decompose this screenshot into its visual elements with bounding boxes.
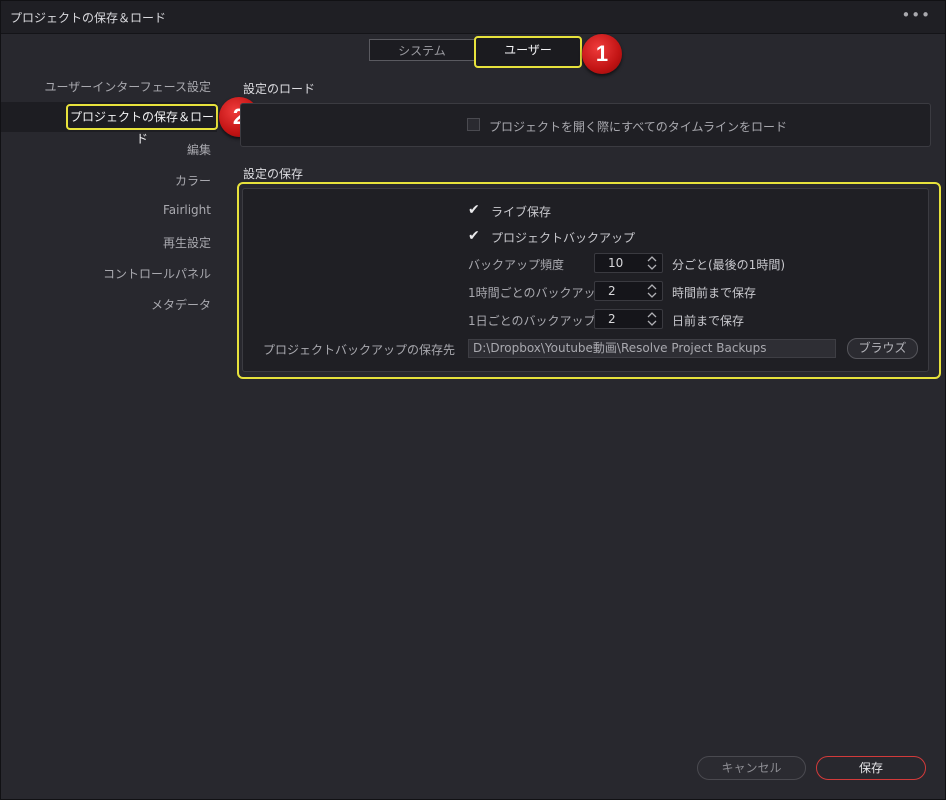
sidebar-item-user-interface[interactable]: ユーザーインターフェース設定: [45, 78, 211, 95]
sidebar-item-control-panels[interactable]: コントロールパネル: [103, 265, 211, 282]
annotation-badge-1: 1: [582, 34, 622, 74]
sidebar-item-metadata[interactable]: メタデータ: [151, 296, 211, 313]
spin-arrows-icon[interactable]: [647, 311, 657, 327]
daily-backup-label: 1日ごとのバックアップ: [468, 314, 596, 328]
backup-frequency-spinbox[interactable]: 10: [594, 253, 663, 273]
spin-arrows-icon[interactable]: [647, 283, 657, 299]
load-all-timelines-label: プロジェクトを開く際にすべてのタイムラインをロード: [489, 120, 787, 134]
tab-bar: システム ユーザー: [369, 36, 582, 68]
sidebar-item-fairlight[interactable]: Fairlight: [163, 203, 211, 217]
live-save-label: ライブ保存: [491, 205, 552, 219]
title-bar: プロジェクトの保存＆ロード •••: [1, 1, 945, 34]
backup-frequency-value: 10: [608, 256, 624, 270]
project-backup-label: プロジェクトバックアップ: [491, 231, 636, 245]
sidebar-item-playback[interactable]: 再生設定: [163, 234, 211, 251]
preferences-window: プロジェクトの保存＆ロード ••• システム ユーザー 1 ユーザーインターフェ…: [0, 0, 946, 800]
tab-user[interactable]: ユーザー: [474, 36, 582, 68]
spin-arrows-icon[interactable]: [647, 255, 657, 271]
backup-location-label: プロジェクトバックアップの保存先: [262, 343, 455, 357]
sidebar-item-color[interactable]: カラー: [175, 172, 211, 189]
backup-location-field[interactable]: D:\Dropbox\Youtube動画\Resolve Project Bac…: [468, 339, 836, 358]
daily-backup-unit: 日前まで保存: [672, 314, 745, 328]
sidebar-item-project-save-load[interactable]: プロジェクトの保存＆ロード: [66, 104, 218, 146]
hourly-backup-value: 2: [608, 284, 616, 298]
hourly-backup-unit: 時間前まで保存: [672, 286, 757, 300]
hourly-backup-label: 1時間ごとのバックアップ: [468, 286, 608, 300]
tab-system[interactable]: システム: [369, 39, 474, 61]
save-settings-title: 設定の保存: [243, 167, 304, 181]
load-settings-title: 設定のロード: [243, 82, 316, 96]
hourly-backup-spinbox[interactable]: 2: [594, 281, 663, 301]
daily-backup-spinbox[interactable]: 2: [594, 309, 663, 329]
window-title: プロジェクトの保存＆ロード: [10, 11, 167, 25]
save-button[interactable]: 保存: [816, 756, 926, 780]
project-backup-checkbox[interactable]: ✔: [468, 229, 480, 243]
load-all-timelines-checkbox[interactable]: [467, 118, 480, 131]
more-dots-icon[interactable]: •••: [901, 6, 931, 24]
browse-button[interactable]: ブラウズ: [847, 338, 918, 359]
daily-backup-value: 2: [608, 312, 616, 326]
cancel-button[interactable]: キャンセル: [697, 756, 806, 780]
backup-frequency-unit: 分ごと(最後の1時間): [672, 258, 785, 272]
backup-frequency-label: バックアップ頻度: [468, 258, 565, 272]
live-save-checkbox[interactable]: ✔: [468, 203, 480, 217]
sidebar-item-edit[interactable]: 編集: [187, 141, 211, 158]
